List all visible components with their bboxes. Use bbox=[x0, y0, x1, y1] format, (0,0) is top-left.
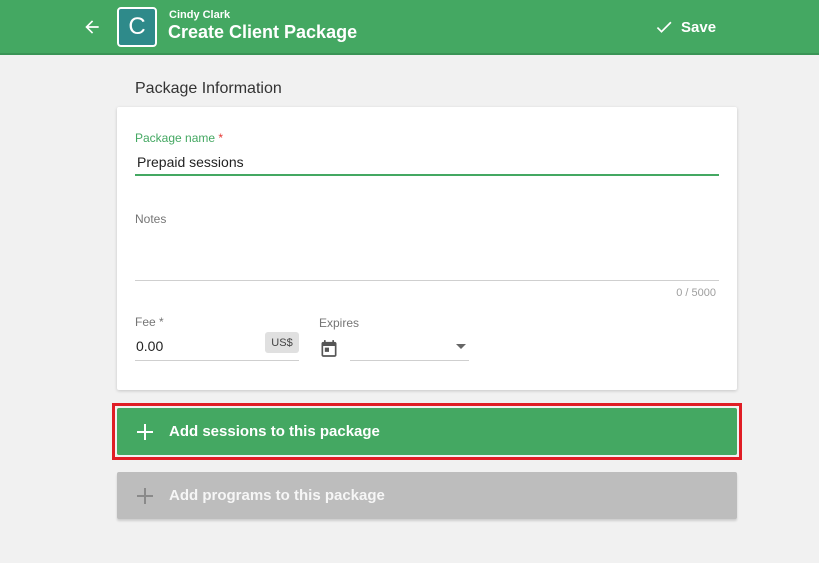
expires-label: Expires bbox=[319, 316, 360, 330]
arrow-left-icon bbox=[85, 20, 99, 34]
calendar-icon[interactable] bbox=[319, 338, 339, 359]
package-name-underline bbox=[135, 174, 719, 176]
required-mark: * bbox=[218, 131, 224, 145]
chevron-down-icon bbox=[456, 344, 466, 349]
notes-counter: 0 / 5000 bbox=[676, 287, 716, 299]
package-name-label: Package name * bbox=[135, 131, 223, 145]
fee-label: Fee * bbox=[135, 315, 164, 329]
plus-icon bbox=[137, 423, 153, 440]
client-name: Cindy Clark bbox=[169, 9, 231, 21]
notes-label: Notes bbox=[135, 212, 167, 226]
check-icon bbox=[656, 21, 672, 33]
package-name-label-text: Package name bbox=[135, 131, 216, 145]
notes-textarea[interactable] bbox=[135, 231, 719, 279]
page-title: Create Client Package bbox=[168, 22, 358, 42]
avatar: C bbox=[117, 7, 157, 47]
save-button[interactable]: Save bbox=[654, 15, 716, 39]
fee-input[interactable]: 0.00 bbox=[136, 338, 256, 354]
notes-underline bbox=[135, 280, 719, 281]
save-label: Save bbox=[681, 18, 717, 36]
package-name-input[interactable]: Prepaid sessions bbox=[137, 154, 717, 170]
add-sessions-button[interactable]: Add sessions to this package bbox=[117, 408, 737, 455]
expires-select[interactable] bbox=[350, 337, 469, 361]
package-info-card: Package name * Prepaid sessions Notes 0 … bbox=[117, 107, 737, 390]
add-programs-label: Add programs to this package bbox=[169, 487, 385, 504]
back-button[interactable] bbox=[78, 13, 106, 41]
fee-underline bbox=[135, 360, 299, 361]
add-sessions-label: Add sessions to this package bbox=[169, 423, 380, 440]
plus-icon bbox=[137, 487, 153, 504]
add-programs-button[interactable]: Add programs to this package bbox=[117, 472, 737, 519]
currency-badge: US$ bbox=[265, 332, 299, 353]
section-title: Package Information bbox=[135, 80, 282, 97]
app-bar: C Cindy Clark Create Client Package Save bbox=[0, 0, 819, 55]
expires-underline bbox=[350, 360, 469, 361]
